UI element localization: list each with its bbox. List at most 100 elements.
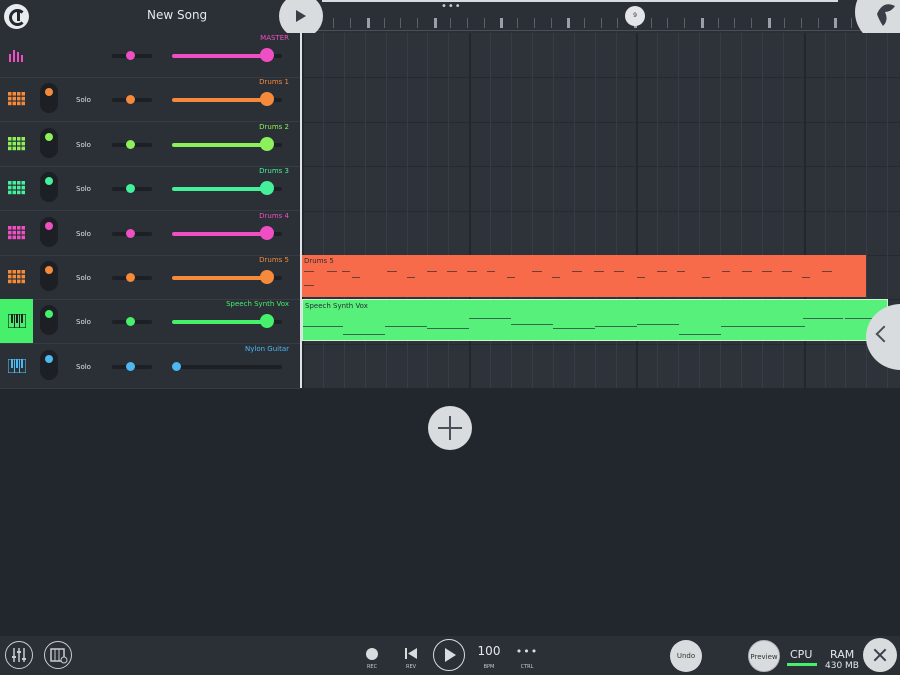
volume-fill xyxy=(172,187,267,192)
volume-handle[interactable] xyxy=(259,48,274,62)
piano-keys-icon[interactable] xyxy=(0,344,33,388)
track-knob[interactable] xyxy=(40,127,58,158)
track-row[interactable]: Solo Drums 2 xyxy=(0,122,300,167)
track-name: Speech Synth Vox xyxy=(226,300,289,309)
volume-fill xyxy=(172,54,267,58)
more-options-dots[interactable]: ••• xyxy=(441,2,462,12)
top-bar: New Song xyxy=(0,0,300,33)
mixer-icon[interactable] xyxy=(0,33,33,77)
record-icon xyxy=(366,648,378,660)
track-row[interactable]: Solo Speech Synth Vox xyxy=(0,299,300,345)
volume-handle[interactable] xyxy=(259,314,274,329)
solo-button[interactable]: Solo xyxy=(76,274,91,282)
pan-handle[interactable] xyxy=(126,228,135,238)
track-row[interactable]: Solo Drums 3 xyxy=(0,166,300,212)
ctrl-dots-icon: ••• xyxy=(515,645,539,658)
song-progress-bar xyxy=(322,0,838,2)
track-knob[interactable] xyxy=(40,305,58,336)
track-row[interactable]: Solo Drums 1 xyxy=(0,77,300,123)
drum-pads-icon[interactable] xyxy=(0,122,33,166)
track-knob[interactable] xyxy=(40,83,58,114)
pan-handle[interactable] xyxy=(126,184,135,194)
bpm-label: BPM xyxy=(483,664,495,670)
ram-value: 430 MB xyxy=(825,661,859,671)
bottom-toolbar: REC REV 100 BPM ••• CTRL Undo Preview CP… xyxy=(0,636,900,675)
playhead-line xyxy=(300,33,302,388)
preview-button[interactable]: Preview xyxy=(748,640,780,672)
drum-pads-icon[interactable] xyxy=(0,211,33,255)
track-knob[interactable] xyxy=(40,216,58,247)
solo-button[interactable]: Solo xyxy=(76,230,91,238)
cpu-meter xyxy=(787,663,817,666)
chevron-left-icon xyxy=(875,325,893,343)
piano-keys-icon[interactable] xyxy=(0,299,33,344)
piano-roll-settings-button[interactable] xyxy=(44,641,72,669)
ctrl-button[interactable]: ••• CTRL xyxy=(512,641,542,673)
track-name: Drums 1 xyxy=(259,78,289,87)
pan-handle[interactable] xyxy=(126,95,135,105)
track-row[interactable]: Solo Nylon Guitar xyxy=(0,344,300,389)
tempo-control[interactable]: 100 BPM xyxy=(474,641,504,673)
volume-handle[interactable] xyxy=(259,181,274,196)
volume-slider[interactable] xyxy=(172,364,282,369)
pan-handle[interactable] xyxy=(126,361,135,371)
drum-pads-icon[interactable] xyxy=(0,166,33,210)
playlist-area[interactable]: Drums 5 Speech Synth Vox xyxy=(302,33,900,388)
volume-fill xyxy=(172,142,267,147)
undo-button[interactable]: Undo xyxy=(670,640,702,672)
track-name: Drums 3 xyxy=(259,167,289,176)
piano-settings-icon xyxy=(50,648,68,664)
solo-button[interactable]: Solo xyxy=(76,363,91,371)
volume-fill xyxy=(172,276,267,280)
track-knob[interactable] xyxy=(40,349,58,380)
track-knob[interactable] xyxy=(40,172,58,203)
clip-drums-5[interactable]: Drums 5 xyxy=(302,255,866,297)
track-knob[interactable] xyxy=(40,261,58,291)
volume-fill xyxy=(172,231,267,236)
rewind-button[interactable]: REV xyxy=(396,641,426,673)
pan-handle[interactable] xyxy=(126,51,135,60)
volume-handle[interactable] xyxy=(259,225,274,240)
rev-label: REV xyxy=(405,664,417,670)
main-menu-button[interactable] xyxy=(4,4,29,29)
track-row[interactable]: Solo Drums 4 xyxy=(0,211,300,256)
channel-rack: MASTER Solo Drums 1 Solo Drums 2 Solo Dr… xyxy=(0,33,300,389)
volume-fill xyxy=(172,320,267,325)
timeline-ruler[interactable]: 9 xyxy=(300,0,900,33)
record-button[interactable]: REC xyxy=(357,641,387,673)
track-name: Drums 5 xyxy=(259,256,289,264)
track-row[interactable]: Solo Drums 5 xyxy=(0,255,300,300)
solo-button[interactable]: Solo xyxy=(76,141,91,149)
volume-handle[interactable] xyxy=(259,92,274,107)
track-name: Drums 2 xyxy=(259,122,289,131)
mixer-view-button[interactable] xyxy=(5,641,33,669)
track-row[interactable]: MASTER xyxy=(0,33,300,78)
play-button[interactable] xyxy=(433,639,465,671)
volume-handle[interactable] xyxy=(259,136,274,151)
pan-handle[interactable] xyxy=(126,139,135,149)
solo-button[interactable]: Solo xyxy=(76,318,91,326)
track-name: Nylon Guitar xyxy=(245,344,289,353)
pan-handle[interactable] xyxy=(126,273,135,282)
close-button[interactable] xyxy=(863,638,897,672)
solo-button[interactable]: Solo xyxy=(76,96,91,104)
song-title[interactable]: New Song xyxy=(147,8,207,22)
volume-fill xyxy=(172,98,267,103)
pan-handle[interactable] xyxy=(126,317,135,327)
solo-button[interactable]: Solo xyxy=(76,185,91,193)
track-name: MASTER xyxy=(260,34,289,42)
clip-label: Drums 5 xyxy=(304,257,334,265)
drum-pads-icon[interactable] xyxy=(0,77,33,121)
play-icon xyxy=(296,10,306,22)
mixer-sliders-icon xyxy=(12,648,26,662)
ram-label: RAM xyxy=(830,648,855,661)
playhead-position-marker[interactable]: 9 xyxy=(625,6,645,26)
volume-handle[interactable] xyxy=(259,270,274,284)
add-track-button[interactable] xyxy=(428,406,472,450)
cpu-label: CPU xyxy=(790,648,813,661)
drum-pads-icon[interactable] xyxy=(0,255,33,299)
rewind-icon xyxy=(405,648,417,659)
clip-speech-synth-vox[interactable]: Speech Synth Vox xyxy=(302,299,888,341)
ctrl-label: CTRL xyxy=(520,664,534,670)
volume-handle[interactable] xyxy=(172,361,181,371)
